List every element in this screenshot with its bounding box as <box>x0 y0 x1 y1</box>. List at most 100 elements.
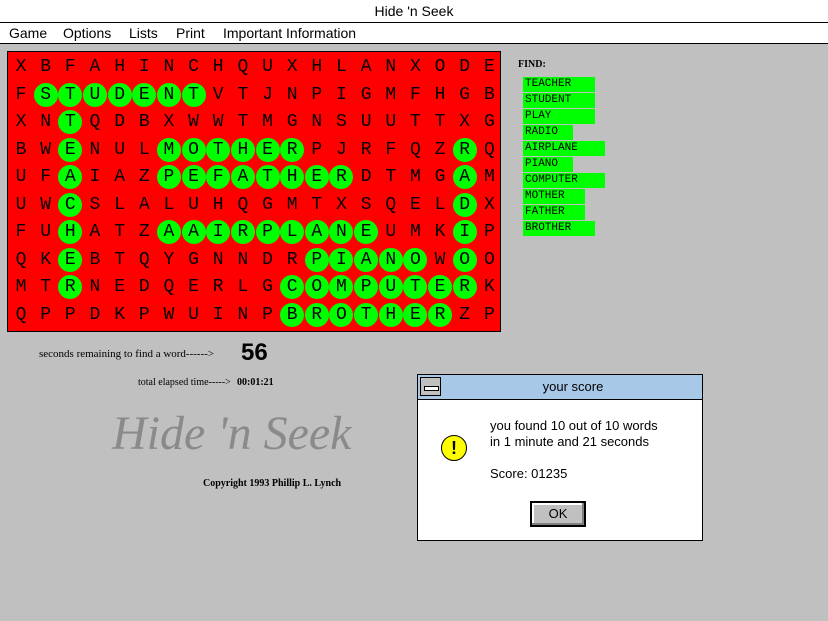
grid-cell[interactable]: D <box>132 275 156 299</box>
grid-cell[interactable]: X <box>9 55 33 79</box>
grid-cell[interactable]: T <box>58 110 83 134</box>
grid-cell[interactable]: G <box>256 193 280 217</box>
menu-lists[interactable]: Lists <box>129 23 158 43</box>
grid-cell[interactable]: L <box>280 220 305 244</box>
grid-cell[interactable]: D <box>256 248 280 272</box>
grid-cell[interactable]: R <box>428 302 453 327</box>
grid-cell[interactable]: T <box>428 110 452 134</box>
grid-cell[interactable]: A <box>58 165 83 189</box>
grid-cell[interactable]: O <box>452 247 477 272</box>
grid-cell[interactable]: T <box>379 165 403 189</box>
grid-cell[interactable]: U <box>9 165 33 189</box>
grid-cell[interactable]: W <box>34 193 58 217</box>
grid-cell[interactable]: Q <box>9 303 33 327</box>
grid-cell[interactable]: W <box>182 110 206 134</box>
word-search-grid[interactable]: XBFAHINCHQUXHLANXODEFSTUDENTVTJNPIGMFHGB… <box>7 51 501 332</box>
grid-cell[interactable]: A <box>108 165 132 189</box>
grid-cell[interactable]: O <box>181 137 206 162</box>
grid-cell[interactable]: N <box>83 275 107 299</box>
grid-cell[interactable]: F <box>58 55 82 79</box>
grid-cell[interactable]: H <box>108 55 132 79</box>
grid-cell[interactable]: N <box>157 55 181 79</box>
grid-cell[interactable]: W <box>157 303 181 327</box>
grid-cell[interactable]: P <box>305 83 329 107</box>
grid-cell[interactable]: E <box>181 165 206 189</box>
grid-cell[interactable]: T <box>305 193 329 217</box>
grid-cell[interactable]: T <box>231 83 255 107</box>
grid-cell[interactable]: M <box>9 275 33 299</box>
grid-cell[interactable]: T <box>403 275 428 299</box>
grid-cell[interactable]: T <box>108 220 132 244</box>
grid-cell[interactable]: E <box>477 55 501 79</box>
grid-cell[interactable]: X <box>453 110 477 134</box>
grid-cell[interactable]: H <box>230 137 255 162</box>
grid-cell[interactable]: T <box>34 275 58 299</box>
grid-cell[interactable]: T <box>58 82 83 107</box>
grid-cell[interactable]: Z <box>453 303 477 327</box>
grid-cell[interactable]: T <box>108 248 132 272</box>
grid-cell[interactable]: D <box>354 165 378 189</box>
grid-cell[interactable]: C <box>182 55 206 79</box>
grid-cell[interactable]: M <box>403 165 427 189</box>
ok-button[interactable]: OK <box>530 501 586 527</box>
system-menu-icon[interactable] <box>420 377 441 396</box>
grid-cell[interactable]: R <box>58 275 83 299</box>
grid-cell[interactable]: N <box>378 247 403 272</box>
grid-cell[interactable]: V <box>206 83 230 107</box>
grid-cell[interactable]: K <box>34 248 58 272</box>
grid-cell[interactable]: M <box>329 275 354 299</box>
grid-cell[interactable]: I <box>452 220 477 244</box>
grid-cell[interactable]: F <box>9 83 33 107</box>
grid-cell[interactable]: Q <box>403 138 427 162</box>
grid-cell[interactable]: S <box>33 82 58 107</box>
grid-cell[interactable]: Z <box>132 165 156 189</box>
grid-cell[interactable]: B <box>477 83 501 107</box>
grid-cell[interactable]: T <box>403 110 427 134</box>
grid-cell[interactable]: X <box>477 193 501 217</box>
grid-cell[interactable]: L <box>132 138 156 162</box>
grid-cell[interactable]: C <box>280 275 305 299</box>
grid-cell[interactable]: F <box>206 165 231 189</box>
grid-cell[interactable]: A <box>230 165 255 189</box>
grid-cell[interactable]: U <box>182 193 206 217</box>
grid-cell[interactable]: U <box>354 110 378 134</box>
grid-cell[interactable]: M <box>477 165 501 189</box>
grid-cell[interactable]: N <box>231 303 255 327</box>
grid-cell[interactable]: Q <box>379 193 403 217</box>
grid-cell[interactable]: K <box>477 275 501 299</box>
grid-cell[interactable]: P <box>305 138 329 162</box>
grid-cell[interactable]: L <box>157 193 181 217</box>
grid-cell[interactable]: N <box>34 110 58 134</box>
grid-cell[interactable]: U <box>379 110 403 134</box>
grid-cell[interactable]: R <box>452 137 477 162</box>
grid-cell[interactable]: N <box>83 138 107 162</box>
grid-cell[interactable]: F <box>9 220 33 244</box>
grid-cell[interactable]: E <box>403 302 428 327</box>
grid-cell[interactable]: D <box>452 192 477 217</box>
grid-cell[interactable]: N <box>305 110 329 134</box>
grid-cell[interactable]: T <box>255 165 280 189</box>
grid-cell[interactable]: U <box>378 275 403 299</box>
grid-cell[interactable]: L <box>108 193 132 217</box>
grid-cell[interactable]: J <box>256 83 280 107</box>
grid-cell[interactable]: U <box>108 138 132 162</box>
grid-cell[interactable]: E <box>428 275 453 299</box>
menu-game[interactable]: Game <box>9 23 47 43</box>
grid-cell[interactable]: S <box>83 193 107 217</box>
grid-cell[interactable]: R <box>230 220 255 244</box>
grid-cell[interactable]: N <box>231 248 255 272</box>
grid-cell[interactable]: X <box>157 110 181 134</box>
grid-cell[interactable]: U <box>256 55 280 79</box>
grid-cell[interactable]: W <box>206 110 230 134</box>
grid-cell[interactable]: P <box>58 303 82 327</box>
grid-cell[interactable]: P <box>255 220 280 244</box>
grid-cell[interactable]: H <box>428 83 452 107</box>
grid-cell[interactable]: L <box>231 275 255 299</box>
grid-cell[interactable]: Q <box>132 248 156 272</box>
grid-cell[interactable]: U <box>34 220 58 244</box>
grid-cell[interactable]: H <box>305 55 329 79</box>
grid-cell[interactable]: R <box>354 138 378 162</box>
grid-cell[interactable]: W <box>34 138 58 162</box>
menu-options[interactable]: Options <box>63 23 111 43</box>
grid-cell[interactable]: B <box>132 110 156 134</box>
